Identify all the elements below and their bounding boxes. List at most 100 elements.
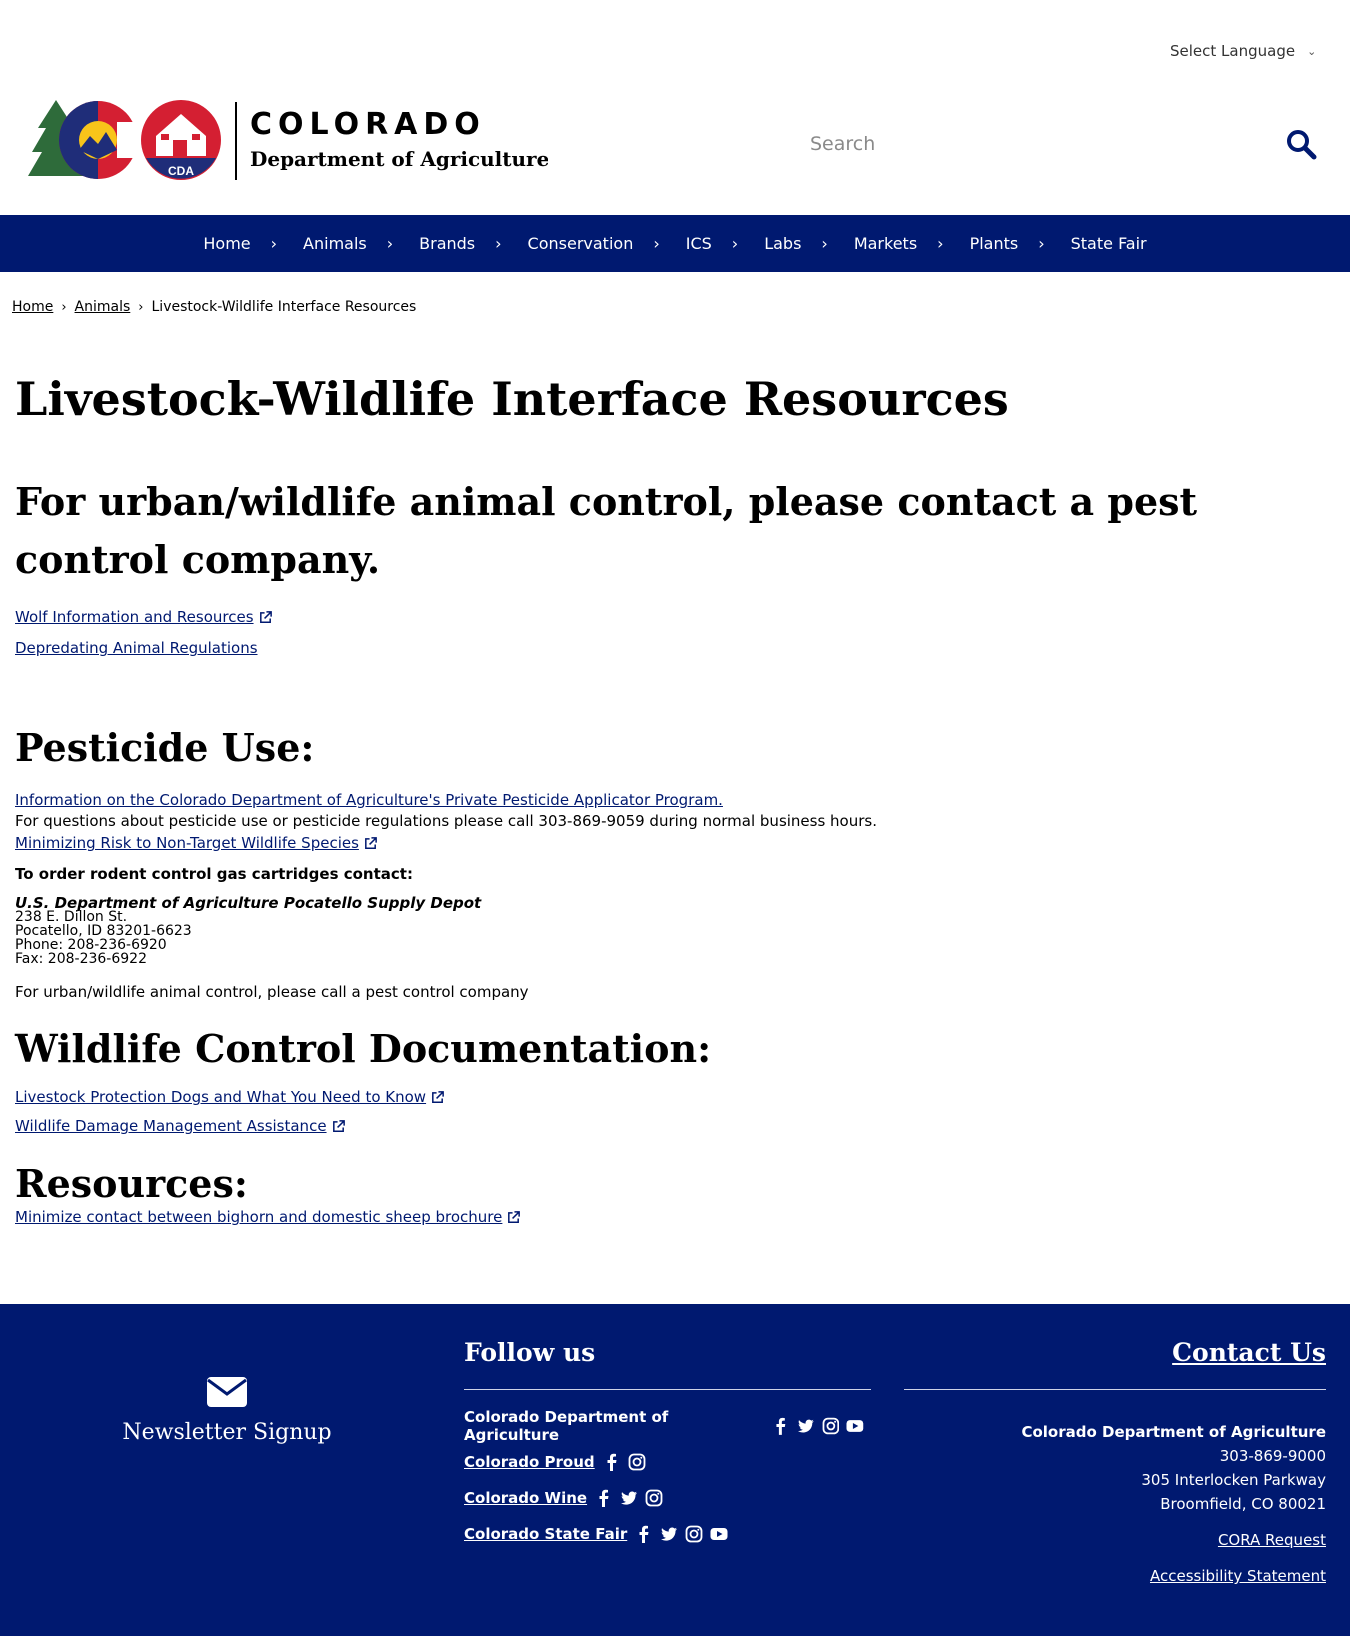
social-cda-label: Colorado Department of Agriculture: [464, 1408, 669, 1444]
newsletter-label: Newsletter Signup: [122, 1420, 332, 1445]
breadcrumb-home[interactable]: Home: [12, 299, 53, 315]
nav-label: Home: [203, 234, 251, 253]
chevron-right-icon: ›: [270, 234, 278, 253]
follow-us: Follow us Colorado Department of Agricul…: [464, 1338, 871, 1552]
external-link-icon: [364, 836, 377, 849]
external-link-icon: [432, 1090, 444, 1103]
search-icon[interactable]: [1285, 128, 1317, 160]
language-select[interactable]: Select Language ⌄: [1170, 42, 1316, 60]
facebook-icon[interactable]: [772, 1417, 790, 1435]
depot-name: U.S. Department of Agriculture Pocatello…: [15, 894, 482, 913]
facebook-icon[interactable]: [595, 1489, 613, 1507]
nav-label: State Fair: [1070, 234, 1147, 253]
contact-street: 305 Interlocken Parkway: [1141, 1471, 1326, 1489]
contact-us-link[interactable]: Contact Us: [1172, 1338, 1326, 1367]
damage-link[interactable]: Wildlife Damage Management Assistance: [15, 1117, 346, 1135]
breadcrumb-animals[interactable]: Animals: [75, 299, 131, 315]
risk-link-label: Minimizing Risk to Non-Target Wildlife S…: [15, 834, 359, 853]
logo-wordmark: COLORADO: [250, 107, 486, 142]
cda-seal-icon: CDA: [141, 100, 221, 180]
nav-item-state-fair[interactable]: State Fair: [1058, 234, 1160, 253]
nav-item-animals[interactable]: Animals ›: [290, 234, 406, 253]
chevron-right-icon: ›: [653, 234, 660, 253]
risk-link[interactable]: Minimizing Risk to Non-Target Wildlife S…: [15, 834, 378, 852]
nav-item-plants[interactable]: Plants ›: [957, 234, 1058, 253]
nav-item-conservation[interactable]: Conservation ›: [515, 234, 673, 253]
instagram-icon[interactable]: [685, 1525, 703, 1543]
order-label: To order rodent control gas cartridges c…: [15, 865, 413, 884]
dogs-link[interactable]: Livestock Protection Dogs and What You N…: [15, 1088, 445, 1106]
external-link-icon: [508, 1210, 521, 1223]
page-title: Livestock-Wildlife Interface Resources: [15, 372, 1009, 426]
logo-department: Department of Agriculture: [250, 147, 548, 171]
depredating-link[interactable]: Depredating Animal Regulations: [15, 639, 258, 657]
external-link-icon: [332, 1119, 345, 1132]
chevron-right-icon: ›: [61, 299, 67, 315]
contact-us: Contact Us Colorado Department of Agricu…: [904, 1338, 1326, 1588]
wolf-link[interactable]: Wolf Information and Resources: [15, 608, 273, 626]
newsletter-signup[interactable]: Newsletter Signup: [100, 1376, 354, 1445]
seal-text: CDA: [168, 164, 194, 178]
nav-item-home[interactable]: Home ›: [190, 234, 290, 253]
contact-city: Broomfield, CO 80021: [1160, 1495, 1326, 1513]
external-link-icon: [259, 610, 272, 623]
bighorn-link[interactable]: Minimize contact between bighorn and dom…: [15, 1208, 521, 1226]
language-label: Select Language: [1170, 42, 1296, 60]
nav-label: Brands: [419, 234, 476, 253]
chevron-right-icon: ›: [138, 299, 144, 315]
breadcrumb: Home › Animals › Livestock-Wildlife Inte…: [12, 299, 416, 315]
youtube-icon[interactable]: [710, 1525, 728, 1543]
search-bar: [800, 116, 1325, 172]
nav-label: Markets: [853, 234, 918, 253]
chevron-right-icon: ›: [937, 234, 944, 253]
chevron-right-icon: ›: [1038, 234, 1045, 253]
wolf-link-label: Wolf Information and Resources: [15, 608, 254, 627]
contact-phone: 303-869-9000: [1219, 1447, 1326, 1465]
twitter-icon[interactable]: [620, 1489, 638, 1507]
instagram-icon[interactable]: [822, 1417, 840, 1435]
social-fair-link[interactable]: Colorado State Fair: [464, 1525, 627, 1543]
nav-label: Conservation: [527, 234, 634, 253]
nav-item-markets[interactable]: Markets ›: [841, 234, 957, 253]
search-input[interactable]: [800, 133, 1270, 155]
accessibility-link[interactable]: Accessibility Statement: [1150, 1567, 1326, 1585]
nav-label: Labs: [764, 234, 802, 253]
twitter-icon[interactable]: [797, 1417, 815, 1435]
envelope-icon: [207, 1377, 247, 1407]
main-nav: Home › Animals › Brands › Conservation › ICS…: [0, 215, 1350, 272]
applicator-link[interactable]: Information on the Colorado Department o…: [15, 791, 723, 809]
urban-heading: For urban/wildlife animal control, pleas…: [15, 479, 1198, 583]
bighorn-link-label: Minimize contact between bighorn and dom…: [15, 1208, 503, 1227]
nav-label: Plants: [969, 234, 1019, 253]
chevron-right-icon: ›: [821, 234, 828, 253]
instagram-icon[interactable]: [628, 1453, 646, 1471]
social-proud-link[interactable]: Colorado Proud: [464, 1453, 595, 1471]
nav-item-labs[interactable]: Labs ›: [751, 234, 841, 253]
chevron-right-icon: ›: [386, 234, 394, 253]
social-row-wine: Colorado Wine: [464, 1480, 871, 1516]
depot-fax: Fax: 208-236-6922: [15, 951, 147, 968]
nav-item-brands[interactable]: Brands ›: [406, 234, 514, 253]
social-wine-link[interactable]: Colorado Wine: [464, 1489, 587, 1507]
colorado-c-icon: [59, 101, 139, 179]
nav-item-ics[interactable]: ICS ›: [673, 234, 751, 253]
nav-label: ICS: [685, 234, 712, 253]
facebook-icon[interactable]: [635, 1525, 653, 1543]
youtube-icon[interactable]: [846, 1417, 864, 1435]
twitter-icon[interactable]: [660, 1525, 678, 1543]
cda-logo[interactable]: CDA COLORADO Department of Agriculture: [28, 100, 548, 188]
cora-request-link[interactable]: CORA Request: [1218, 1531, 1326, 1549]
resources-heading: Resources:: [15, 1161, 248, 1207]
facebook-icon[interactable]: [603, 1453, 621, 1471]
main-content: Livestock-Wildlife Interface Resources F…: [15, 372, 1325, 1226]
follow-heading: Follow us: [464, 1338, 871, 1390]
dogs-link-label: Livestock Protection Dogs and What You N…: [15, 1088, 427, 1107]
social-row-cda: Colorado Department of Agriculture: [464, 1408, 871, 1444]
wildlife-heading: Wildlife Control Documentation:: [15, 1026, 712, 1072]
nav-label: Animals: [303, 234, 367, 253]
depot-city: Pocatello, ID 83201-6623: [15, 923, 192, 940]
pesticide-questions-text: For questions about pesticide use or pes…: [15, 812, 877, 831]
depot-phone: Phone: 208-236-6920: [15, 937, 167, 954]
instagram-icon[interactable]: [645, 1489, 663, 1507]
site-footer: Newsletter Signup Follow us Colorado Dep…: [0, 1304, 1350, 1636]
